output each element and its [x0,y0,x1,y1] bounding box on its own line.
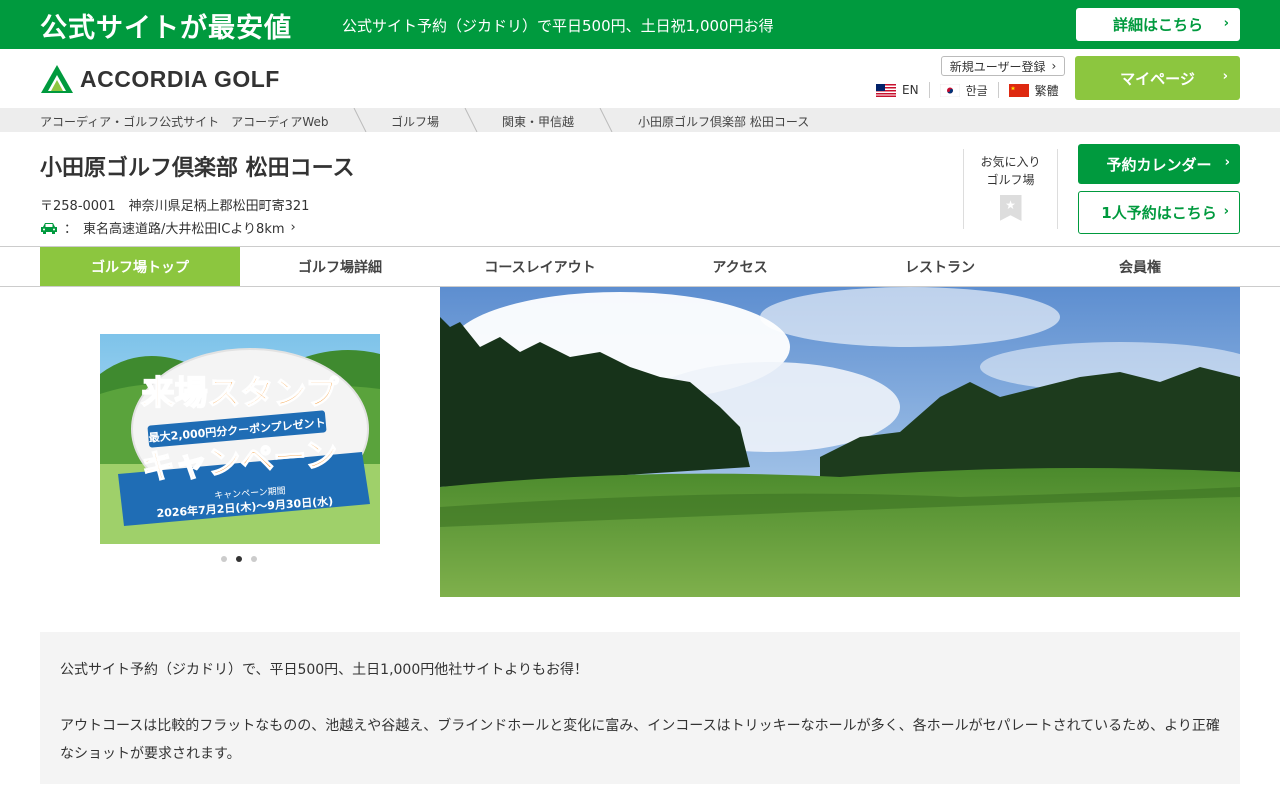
mypage-label: マイページ [1120,69,1195,88]
course-description: 公式サイト予約（ジカドリ）で、平日500円、土日1,000円他社サイトよりもお得… [40,632,1240,784]
course-hero-image [440,287,1240,597]
reservation-calendar-label: 予約カレンダー [1106,155,1212,174]
reservation-calendar-button[interactable]: 予約カレンダー › [1078,144,1240,184]
favorite-label-line1: お気に入り [980,155,1041,169]
course-address: 〒258-0001 神奈川県足柄上郡松田町寄321 [40,199,310,214]
chevron-right-icon: › [1051,59,1057,73]
favorite-label-line2: ゴルフ場 [986,173,1035,187]
breadcrumb: アコーディア・ゴルフ公式サイト アコーディアWeb ゴルフ場 関東・甲信越 小田… [0,108,1280,132]
promo-title: 公式サイトが最安値 [40,13,292,44]
course-access[interactable]: ： 東名高速道路/大井松田ICより8km › [40,218,296,237]
promo-text: 公式サイト予約（ジカドリ）で平日500円、土日祝1,000円お得 [342,17,774,35]
promo-details-label: 詳細はこちら [1112,16,1203,34]
chevron-right-icon: › [1223,16,1229,31]
tab-course-layout[interactable]: コースレイアウト [440,247,640,286]
campaign-banner-graphic: 来場スタンプ 最大2,000円分クーポンプレゼント キャンペーン キャンペーン期… [100,334,380,544]
lang-zh[interactable]: 繁體 [997,82,1069,98]
register-label: 新規ユーザー登録 [949,59,1046,74]
tab-golf-top[interactable]: ゴルフ場トップ [40,247,240,286]
tab-golf-details[interactable]: ゴルフ場詳細 [240,247,440,286]
carousel-dot[interactable] [251,556,257,562]
breadcrumb-separator-icon [599,108,613,132]
carousel-dot-active[interactable] [236,556,242,562]
mypage-button[interactable]: マイページ › [1075,56,1240,100]
register-button[interactable]: 新規ユーザー登録 › [941,56,1065,76]
breadcrumb-item-current: 小田原ゴルフ倶楽部 松田コース [638,115,810,129]
kr-flag-icon [939,83,960,97]
favorite-toggle[interactable]: お気に入り ゴルフ場 ★ [963,149,1058,229]
course-tabs: ゴルフ場トップ ゴルフ場詳細 コースレイアウト アクセス レストラン 会員権 [0,246,1280,287]
chevron-right-icon: › [1224,155,1230,170]
lang-zh-label: 繁體 [1034,83,1059,98]
accordia-logo[interactable]: ACCORDIA GOLF [40,64,280,94]
golf-course-photo [440,287,1240,597]
carousel-dot[interactable] [221,556,227,562]
banner-title-1: 来場スタンプ [141,373,339,412]
promo-bar: 公式サイトが最安値 公式サイト予約（ジカドリ）で平日500円、土日祝1,000円… [0,0,1280,49]
breadcrumb-item-region[interactable]: 関東・甲信越 [502,113,574,130]
carousel-dots [221,556,257,562]
lang-ko[interactable]: 한글 [928,82,998,98]
tab-access[interactable]: アクセス [640,247,840,286]
access-text: 東名高速道路/大井松田ICより8km [83,222,285,237]
lang-en[interactable]: EN [876,82,929,98]
description-paragraph-2: アウトコースは比較的フラットなものの、池越えや谷越え、ブラインドホールと変化に富… [60,718,1220,762]
chevron-right-icon: › [1222,69,1228,84]
cn-flag-icon [1008,83,1029,97]
us-flag-icon [876,83,896,97]
lang-en-label: EN [902,83,919,97]
logo-text: ACCORDIA GOLF [80,65,280,92]
description-paragraph-1: 公式サイト予約（ジカドリ）で、平日500円、土日1,000円他社サイトよりもお得… [60,662,588,678]
campaign-banner[interactable]: 来場スタンプ 最大2,000円分クーポンプレゼント キャンペーン キャンペーン期… [100,334,380,544]
single-reservation-label: 1人予約はこちら [1101,204,1217,222]
breadcrumb-separator-icon [353,108,367,132]
tab-restaurant[interactable]: レストラン [840,247,1040,286]
tab-membership[interactable]: 会員権 [1040,247,1240,286]
page-title: 小田原ゴルフ倶楽部 松田コース [40,156,355,181]
language-switcher: EN 한글 繁體 [876,82,1069,98]
access-separator: ： [64,222,78,237]
car-icon [41,222,57,234]
single-reservation-button[interactable]: 1人予約はこちら › [1078,191,1240,234]
breadcrumb-item-golf[interactable]: ゴルフ場 [391,113,439,130]
breadcrumb-separator-icon [464,108,478,132]
bookmark-star-icon: ★ [999,195,1022,221]
promo-details-button[interactable]: 詳細はこちら › [1076,8,1240,41]
chevron-right-icon: › [290,220,296,235]
lang-ko-label: 한글 [965,83,988,98]
breadcrumb-item-home[interactable]: アコーディア・ゴルフ公式サイト アコーディアWeb [40,113,328,130]
chevron-right-icon: › [1223,204,1229,219]
logo-mark-icon [41,65,73,93]
